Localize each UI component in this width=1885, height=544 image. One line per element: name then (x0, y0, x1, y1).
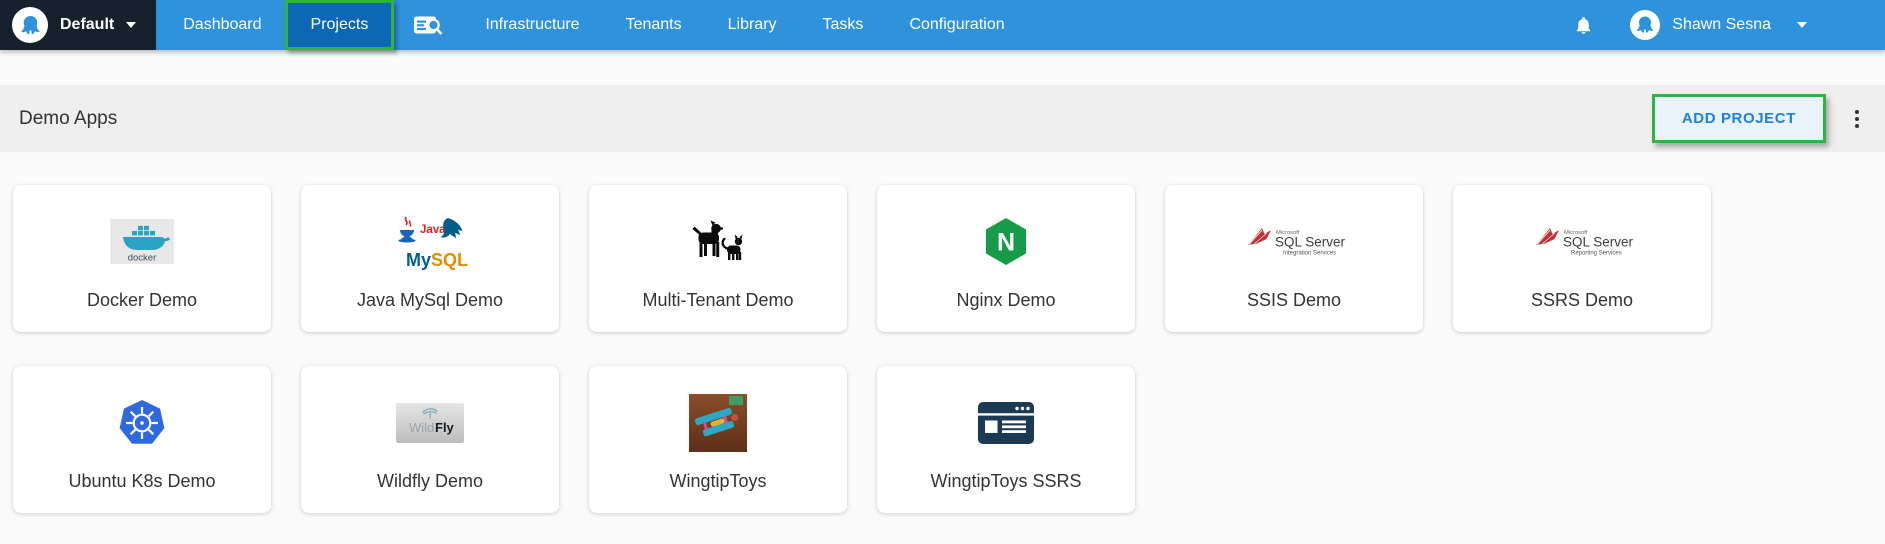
nav-item-label: Dashboard (183, 16, 261, 34)
project-card[interactable]: docker Docker Demo (13, 185, 271, 332)
report-browser-icon (977, 366, 1035, 471)
project-card[interactable]: Java My SQL Java MySql Demo (301, 185, 559, 332)
nav-right: Shawn Sesna (1573, 0, 1885, 50)
svg-text:Fly: Fly (435, 420, 455, 435)
nav-item-label: Projects (311, 16, 369, 34)
nav-item-dashboard[interactable]: Dashboard (160, 0, 284, 50)
svg-text:N: N (997, 228, 1015, 256)
toy-plane-photo (689, 366, 747, 471)
project-card[interactable]: WingtipToys (589, 366, 847, 513)
page-title: Demo Apps (19, 108, 117, 130)
nginx-logo: N (983, 185, 1029, 290)
nav-links: Dashboard Projects Infrastructure Tenant… (160, 0, 1027, 50)
project-name: WingtipToys (669, 471, 766, 492)
user-avatar[interactable] (1630, 10, 1660, 40)
space-switcher[interactable]: Default (0, 0, 156, 50)
bell-icon[interactable] (1573, 15, 1594, 36)
svg-text:docker: docker (128, 253, 157, 264)
sql-server-reporting-services-logo: Microsoft SQL Server Reporting Services (1528, 185, 1636, 290)
project-name: Multi-Tenant Demo (642, 290, 793, 311)
svg-text:Java: Java (420, 224, 446, 236)
project-card[interactable]: WingtipToys SSRS (877, 366, 1135, 513)
dog-cat-silhouette-logo (686, 185, 750, 290)
project-card[interactable]: N Nginx Demo (877, 185, 1135, 332)
project-card[interactable]: Ubuntu K8s Demo (13, 366, 271, 513)
project-name: SSIS Demo (1247, 290, 1341, 311)
project-name: Docker Demo (87, 290, 197, 311)
nav-item-configuration[interactable]: Configuration (886, 0, 1027, 50)
svg-text:SQL: SQL (431, 250, 468, 270)
nav-item-label: Infrastructure (485, 16, 579, 34)
page-header-actions: ADD PROJECT (1652, 94, 1885, 143)
nav-item-tenants[interactable]: Tenants (603, 0, 705, 50)
wildfly-logo: Wild Fly (393, 366, 467, 471)
top-nav: Default Dashboard Projects Infrastructur… (0, 0, 1885, 50)
svg-text:My: My (406, 250, 431, 270)
add-project-button[interactable]: ADD PROJECT (1655, 97, 1823, 140)
svg-text:SQL Server: SQL Server (1275, 234, 1346, 249)
project-name: SSRS Demo (1531, 290, 1633, 311)
nav-item-label: Tenants (626, 16, 682, 34)
nav-item-projects[interactable]: Projects (285, 0, 395, 50)
highlight-box: ADD PROJECT (1652, 94, 1826, 143)
sql-server-integration-services-logo: Microsoft SQL Server Integration Service… (1240, 185, 1348, 290)
chevron-down-icon[interactable] (1797, 22, 1807, 28)
project-name: Ubuntu K8s Demo (68, 471, 215, 492)
kebab-menu-icon[interactable] (1848, 106, 1866, 132)
octopus-logo-icon (12, 7, 48, 43)
nav-item-infrastructure[interactable]: Infrastructure (462, 0, 602, 50)
spacer-strip (0, 50, 1885, 85)
nav-item-label: Tasks (823, 16, 864, 34)
kubernetes-logo (116, 366, 168, 471)
project-name: Wildfly Demo (377, 471, 483, 492)
nav-item-label: Library (728, 16, 777, 34)
project-card[interactable]: Multi-Tenant Demo (589, 185, 847, 332)
nav-item-label: Configuration (909, 16, 1004, 34)
project-name: Java MySql Demo (357, 290, 503, 311)
svg-text:Integration Services: Integration Services (1283, 250, 1336, 256)
user-name[interactable]: Shawn Sesna (1672, 16, 1771, 34)
project-name: Nginx Demo (956, 290, 1055, 311)
svg-text:Reporting Services: Reporting Services (1571, 250, 1622, 256)
project-card[interactable]: Wild Fly Wildfly Demo (301, 366, 559, 513)
space-name: Default (60, 16, 114, 34)
docker-logo: docker (110, 185, 174, 290)
page-header: Demo Apps ADD PROJECT (0, 85, 1885, 152)
nav-item-library[interactable]: Library (705, 0, 800, 50)
project-card[interactable]: Microsoft SQL Server Reporting Services … (1453, 185, 1711, 332)
project-grid: docker Docker Demo Java My SQL Java MySq… (0, 152, 1885, 513)
project-name: WingtipToys SSRS (930, 471, 1081, 492)
svg-text:SQL Server: SQL Server (1563, 234, 1634, 249)
project-card[interactable]: Microsoft SQL Server Integration Service… (1165, 185, 1423, 332)
search-icon[interactable] (394, 0, 462, 50)
svg-text:Wild: Wild (409, 420, 434, 435)
nav-item-tasks[interactable]: Tasks (800, 0, 887, 50)
chevron-down-icon (126, 22, 136, 28)
java-mysql-logo: Java My SQL (384, 185, 476, 290)
